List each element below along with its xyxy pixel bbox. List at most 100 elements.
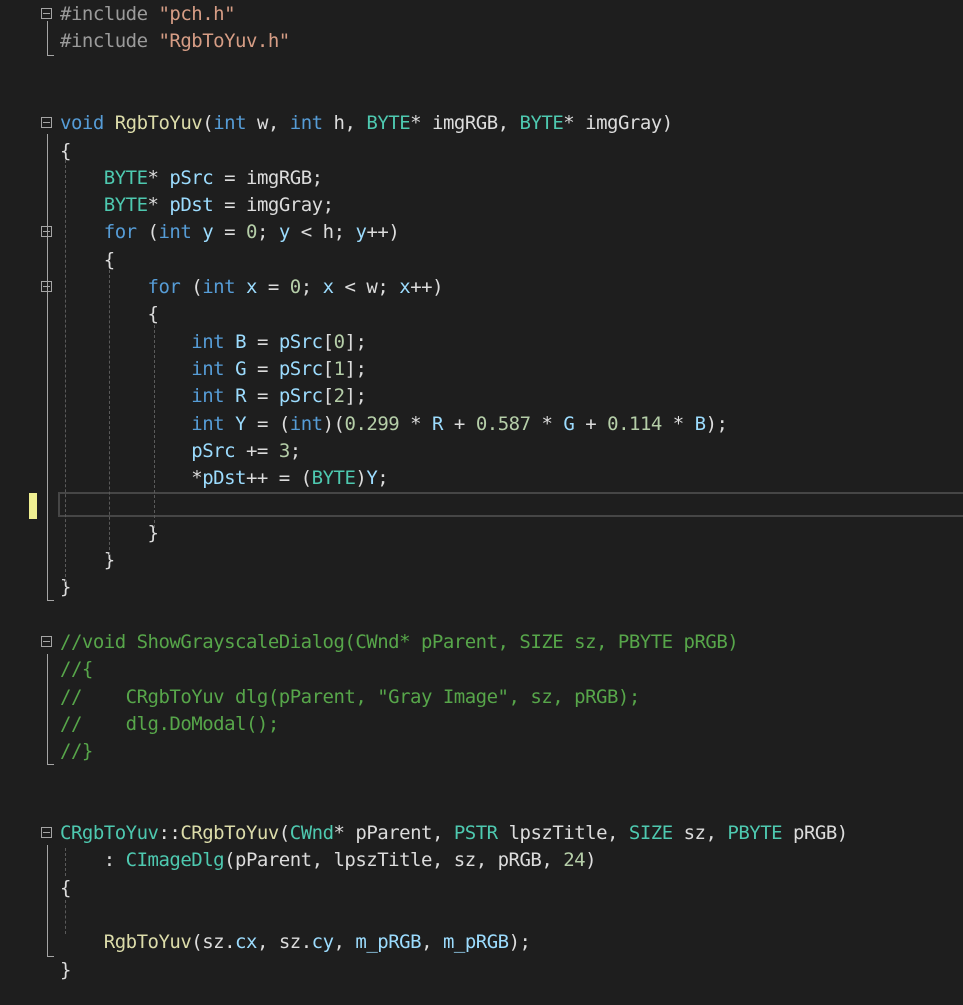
code-line[interactable] — [0, 602, 963, 629]
code-token: } — [60, 549, 115, 571]
code-line[interactable]: for (int y = 0; y < h; y++) — [0, 219, 963, 246]
code-token: for — [147, 276, 181, 298]
code-line[interactable]: BYTE* pDst = imgGray; — [0, 192, 963, 219]
code-line[interactable]: // dlg.DoModal(); — [0, 711, 963, 738]
code-token: PSTR — [453, 822, 498, 844]
code-text: int B = pSrc[0]; — [60, 329, 367, 356]
code-token: m_pRGB — [355, 931, 422, 954]
code-token: Y — [366, 467, 378, 490]
code-text: for (int y = 0; y < h; y++) — [60, 219, 400, 246]
code-token: CWnd — [289, 822, 334, 844]
collapse-icon[interactable] — [41, 117, 52, 129]
code-line[interactable]: : CImageDlg(pParent, lpszTitle, sz, pRGB… — [0, 847, 963, 874]
code-token: //void ShowGrayscaleDialog(CWnd* pParent… — [60, 630, 739, 653]
code-line[interactable]: RgbToYuv(sz.cx, sz.cy, m_pRGB, m_pRGB); — [0, 929, 963, 956]
code-line[interactable]: #include "RgbToYuv.h" — [0, 28, 963, 55]
code-line[interactable]: //} — [0, 738, 963, 765]
code-line[interactable]: int Y = (int)(0.299 * R + 0.587 * G + 0.… — [0, 411, 963, 438]
code-token: pSrc — [278, 357, 323, 380]
code-token: R — [235, 385, 247, 408]
code-token: cx — [235, 931, 257, 954]
code-token: ); — [705, 412, 728, 435]
code-line[interactable] — [0, 83, 963, 110]
code-text: int Y = (int)(0.299 * R + 0.587 * G + 0.… — [60, 411, 728, 438]
code-line[interactable]: { — [0, 247, 963, 274]
code-token: R — [432, 412, 443, 435]
code-editor[interactable]: #include "pch.h" #include "RgbToYuv.h" voi… — [0, 0, 963, 1005]
code-line[interactable] — [0, 902, 963, 929]
code-line[interactable]: //{ — [0, 656, 963, 683]
code-token: 2 — [333, 385, 345, 408]
code-line[interactable]: int G = pSrc[1]; — [0, 356, 963, 383]
code-token: + — [574, 412, 608, 435]
code-token: y — [202, 221, 214, 244]
code-token: 1 — [333, 357, 345, 380]
code-text: RgbToYuv(sz.cx, sz.cy, m_pRGB, m_pRGB); — [60, 929, 531, 956]
code-line[interactable]: } — [0, 520, 963, 547]
outline-line — [47, 845, 48, 956]
code-line[interactable] — [0, 765, 963, 792]
code-token: BYTE — [103, 194, 148, 217]
code-token: int — [289, 412, 323, 435]
code-line[interactable] — [0, 56, 963, 83]
code-text: { — [60, 247, 115, 274]
code-line[interactable]: //void ShowGrayscaleDialog(CWnd* pParent… — [0, 629, 963, 656]
collapse-icon[interactable] — [41, 827, 52, 838]
code-token: //{ — [60, 658, 93, 681]
code-token: pDst — [169, 194, 214, 217]
code-text: { — [60, 875, 71, 902]
code-token: ) — [355, 467, 367, 490]
code-line[interactable]: for (int x = 0; x < w; x++) — [0, 274, 963, 301]
code-line[interactable]: BYTE* pSrc = imgRGB; — [0, 165, 963, 192]
code-token: RgbToYuv — [114, 112, 203, 135]
code-token: += — [235, 439, 279, 462]
code-line[interactable]: } — [0, 547, 963, 574]
code-token: = imgRGB; — [213, 166, 323, 189]
code-line[interactable]: int R = pSrc[2]; — [0, 383, 963, 410]
indent-guide — [65, 160, 66, 582]
code-line[interactable]: { — [0, 301, 963, 328]
code-token: 0 — [333, 330, 345, 353]
code-token: ++) — [366, 221, 400, 244]
code-text: } — [60, 547, 115, 574]
code-token: ++) — [410, 276, 444, 298]
code-line[interactable]: pSrc += 3; — [0, 438, 963, 465]
code-token: 0.587 — [475, 412, 531, 435]
code-token: y — [278, 221, 290, 244]
collapse-icon[interactable] — [41, 8, 52, 19]
code-token: int — [202, 276, 236, 298]
code-line[interactable]: { — [0, 875, 963, 902]
code-token: ++ = ( — [245, 467, 312, 490]
code-token: void — [60, 112, 104, 135]
code-token: ; — [300, 276, 323, 298]
code-token: * pParent, — [333, 822, 454, 844]
code-line[interactable]: *pDst++ = (BYTE)Y; — [0, 465, 963, 492]
collapse-icon[interactable] — [41, 635, 52, 647]
code-line[interactable] — [0, 492, 963, 519]
code-line[interactable]: void RgbToYuv(int w, int h, BYTE* imgRGB… — [0, 110, 963, 137]
code-token: * — [530, 412, 564, 435]
code-token: G — [563, 412, 575, 435]
code-line[interactable] — [0, 793, 963, 820]
code-token: ) — [585, 849, 597, 872]
code-line[interactable]: int B = pSrc[0]; — [0, 329, 963, 356]
code-line[interactable]: { — [0, 138, 963, 165]
code-line[interactable]: } — [0, 574, 963, 601]
code-token: pSrc — [191, 439, 236, 462]
code-token: CRgbToYuv — [60, 822, 159, 844]
code-token: ; — [257, 221, 279, 244]
code-token: * imgRGB, — [410, 112, 520, 135]
code-token: PBYTE — [727, 822, 783, 844]
outline-line — [47, 21, 48, 55]
code-line[interactable]: CRgbToYuv::CRgbToYuv(CWnd* pParent, PSTR… — [0, 820, 963, 847]
code-token: ); — [508, 931, 531, 954]
code-line[interactable]: } — [0, 957, 963, 984]
code-token: y — [355, 221, 367, 244]
code-line[interactable]: // CRgbToYuv dlg(pParent, "Gray Image", … — [0, 684, 963, 711]
code-line[interactable]: #include "pch.h" — [0, 1, 963, 28]
code-token: cy — [311, 931, 334, 954]
code-token: for — [103, 221, 137, 244]
code-token: * — [661, 412, 695, 435]
